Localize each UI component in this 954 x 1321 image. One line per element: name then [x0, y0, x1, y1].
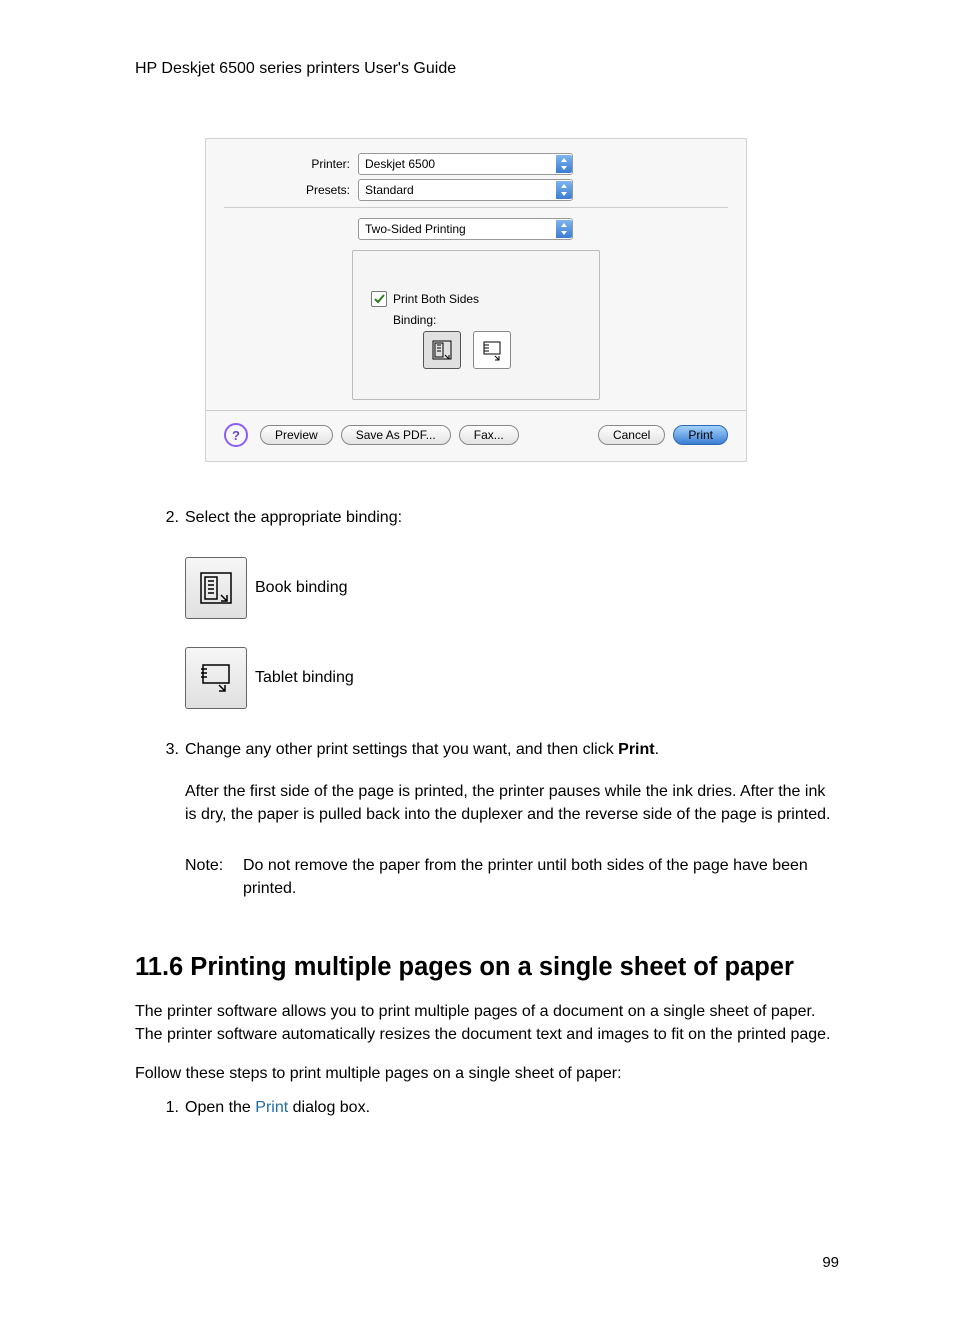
page-number: 99: [822, 1254, 839, 1271]
step-text: Change any other print settings that you…: [185, 739, 839, 826]
step-3-paragraph: After the first side of the page is prin…: [185, 780, 839, 826]
printer-label: Printer:: [224, 157, 358, 171]
tablet-binding-example: Tablet binding: [185, 647, 839, 709]
step-1-new: 1. Open the Print dialog box.: [157, 1097, 839, 1119]
section-paragraph-2: Follow these steps to print multiple pag…: [135, 1062, 839, 1085]
step-text: Open the Print dialog box.: [185, 1097, 839, 1119]
panel-select[interactable]: Two-Sided Printing: [358, 218, 573, 240]
print-both-sides-checkbox[interactable]: [371, 291, 387, 307]
binding-label: Binding:: [393, 313, 581, 327]
presets-select-value: Standard: [365, 183, 414, 197]
dropdown-arrows-icon: [556, 220, 572, 238]
binding-book-button[interactable]: [423, 331, 461, 369]
tablet-binding-icon: [481, 339, 503, 361]
binding-tablet-button[interactable]: [473, 331, 511, 369]
section-paragraph-1: The printer software allows you to print…: [135, 1000, 839, 1046]
step-number: 1.: [157, 1097, 179, 1119]
note-body: Do not remove the paper from the printer…: [243, 854, 839, 900]
help-icon: ?: [232, 428, 240, 443]
presets-select[interactable]: Standard: [358, 179, 573, 201]
print-dialog-figure: Printer: Deskjet 6500 Presets: Standard: [205, 138, 839, 462]
note-label: Note:: [185, 854, 243, 900]
cancel-button[interactable]: Cancel: [598, 425, 665, 445]
page-header: HP Deskjet 6500 series printers User's G…: [135, 60, 839, 78]
print-link[interactable]: Print: [255, 1099, 288, 1116]
step-2: 2. Select the appropriate binding:: [157, 507, 839, 529]
panel-select-value: Two-Sided Printing: [365, 222, 466, 236]
separator: [224, 207, 728, 208]
printer-select[interactable]: Deskjet 6500: [358, 153, 573, 175]
book-binding-label: Book binding: [255, 579, 348, 597]
help-button[interactable]: ?: [224, 423, 248, 447]
step-number: 2.: [157, 507, 179, 529]
two-sided-pane: Print Both Sides Binding:: [352, 250, 600, 400]
dropdown-arrows-icon: [556, 181, 572, 199]
print-button[interactable]: Print: [673, 425, 728, 445]
book-binding-example: Book binding: [185, 557, 839, 619]
printer-select-value: Deskjet 6500: [365, 157, 435, 171]
section-heading: 11.6 Printing multiple pages on a single…: [135, 951, 839, 984]
preview-button[interactable]: Preview: [260, 425, 333, 445]
fax-button[interactable]: Fax...: [459, 425, 519, 445]
dropdown-arrows-icon: [556, 155, 572, 173]
save-as-pdf-button[interactable]: Save As PDF...: [341, 425, 451, 445]
step-number: 3.: [157, 739, 179, 826]
tablet-binding-icon-large: [185, 647, 247, 709]
note: Note: Do not remove the paper from the p…: [185, 854, 839, 900]
step-3: 3. Change any other print settings that …: [157, 739, 839, 826]
tablet-binding-label: Tablet binding: [255, 669, 354, 687]
presets-label: Presets:: [224, 183, 358, 197]
book-binding-icon: [431, 339, 453, 361]
book-binding-icon-large: [185, 557, 247, 619]
print-dialog: Printer: Deskjet 6500 Presets: Standard: [205, 138, 747, 462]
print-both-sides-label: Print Both Sides: [393, 292, 479, 306]
step-text: Select the appropriate binding:: [185, 507, 839, 529]
